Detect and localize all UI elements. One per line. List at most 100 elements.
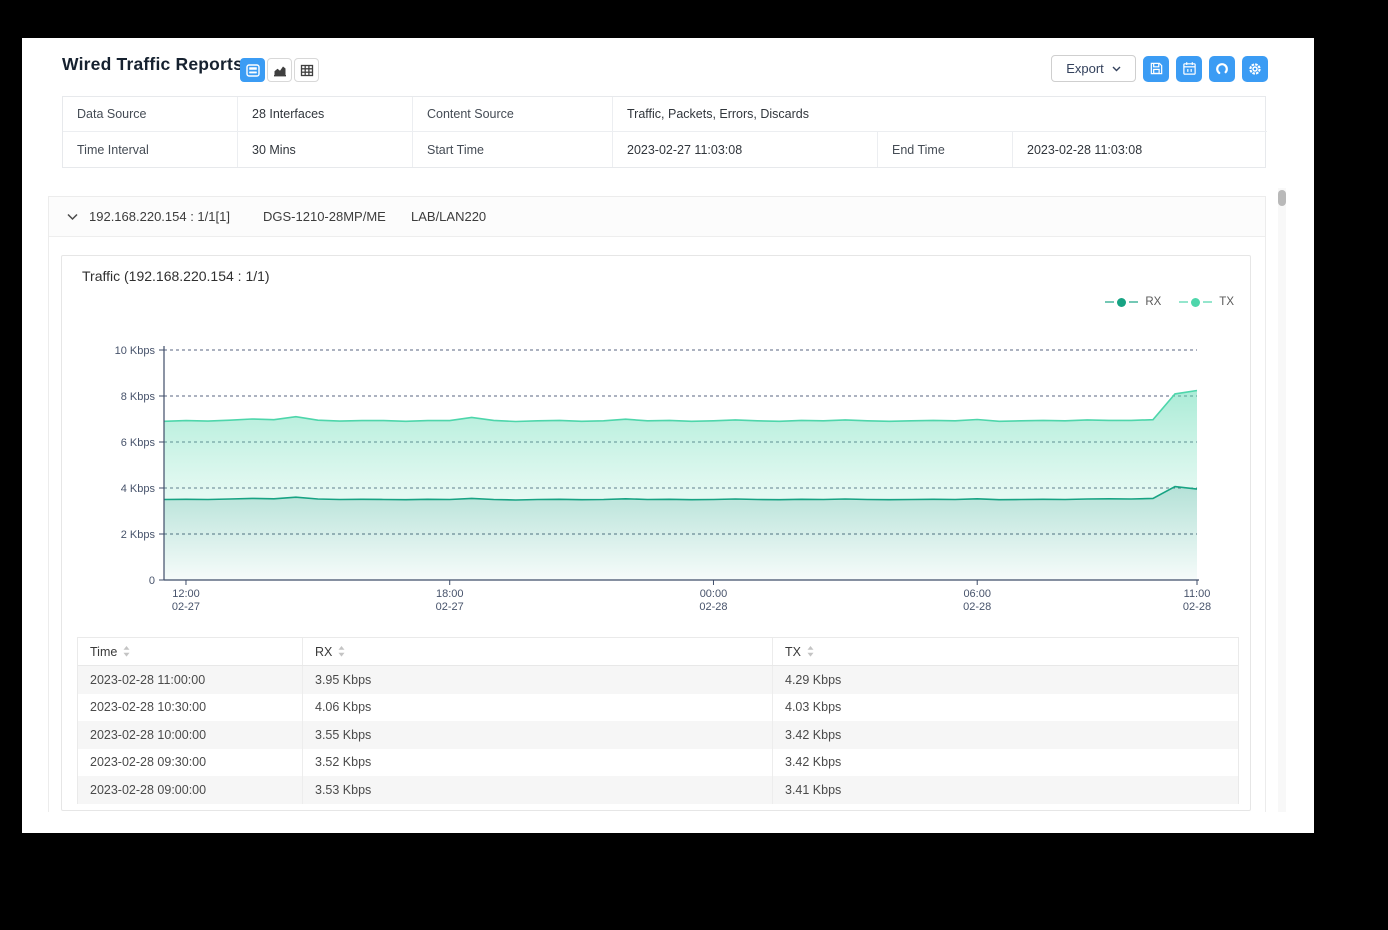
traffic-data-table: Time RX TX 2023-02-28 11:00:00 3.95 Kbps… (77, 637, 1239, 804)
svg-text:02-28: 02-28 (699, 601, 727, 613)
table-cell: 3.41 Kbps (785, 782, 842, 797)
sort-icon[interactable] (807, 646, 814, 657)
svg-text:0: 0 (149, 575, 155, 587)
table-cell: 2023-02-28 10:00:00 (78, 721, 303, 749)
export-button[interactable]: Export (1051, 55, 1136, 82)
table-view-icon (300, 64, 313, 76)
headset-icon (1216, 62, 1228, 75)
tx-line (163, 389, 1198, 423)
summary-label: Data Source (63, 97, 238, 132)
chart-view-icon (273, 66, 286, 76)
table-cell: 3.42 Kbps (785, 755, 842, 770)
legend-dot-rx (1117, 297, 1127, 307)
combined-view-icon (245, 63, 260, 77)
schedule-button[interactable] (1176, 55, 1202, 82)
table-cell: 3.53 Kbps (303, 776, 773, 804)
toolbar-actions: Export (1051, 55, 1268, 82)
table-row: 2023-02-28 11:00:00 3.95 Kbps 4.29 Kbps (78, 666, 1238, 694)
summary-label: Time Interval (63, 132, 238, 167)
svg-text:4 Kbps: 4 Kbps (121, 483, 156, 495)
svg-text:06:00: 06:00 (963, 588, 991, 600)
svg-text:12:00: 12:00 (172, 588, 200, 600)
summary-value: 30 Mins (238, 132, 413, 167)
svg-text:6 Kbps: 6 Kbps (121, 437, 156, 449)
device-model-label: DGS-1210-28MP/ME (263, 209, 386, 224)
legend-item-tx[interactable]: TX (1179, 296, 1234, 308)
save-button[interactable] (1143, 55, 1169, 82)
page-title: Wired Traffic Reports (62, 54, 244, 74)
column-label: RX (315, 644, 333, 659)
svg-text:18:00: 18:00 (436, 588, 464, 600)
legend-line (1179, 301, 1189, 303)
table-cell: 2023-02-28 09:30:00 (78, 748, 303, 776)
save-icon (1150, 62, 1162, 75)
table-row: 2023-02-28 10:30:00 4.06 Kbps 4.03 Kbps (78, 693, 1238, 721)
chart-view-button[interactable] (267, 58, 292, 82)
table-cell: 2023-02-28 11:00:00 (78, 666, 303, 694)
support-button[interactable] (1209, 55, 1235, 82)
chevron-down-icon (1112, 66, 1121, 71)
report-window: Wired Traffic Reports Export Data Source… (22, 38, 1314, 833)
table-view-button[interactable] (294, 58, 319, 82)
legend-item-rx[interactable]: RX (1105, 296, 1161, 308)
legend-line (1203, 301, 1213, 303)
table-cell: 3.55 Kbps (303, 721, 773, 749)
legend-label: RX (1145, 296, 1162, 308)
vertical-scrollbar[interactable] (1278, 188, 1286, 812)
legend-line (1105, 301, 1115, 303)
column-header-tx[interactable]: TX (773, 638, 1238, 665)
table-cell: 3.42 Kbps (785, 727, 842, 742)
table-cell: 3.95 Kbps (303, 666, 773, 694)
column-label: TX (785, 644, 801, 659)
svg-text:02-28: 02-28 (1183, 601, 1211, 613)
sort-icon[interactable] (123, 646, 130, 657)
svg-text:00:00: 00:00 (700, 588, 728, 600)
legend-dot-tx (1191, 297, 1201, 307)
column-header-time[interactable]: Time (78, 638, 303, 665)
y-axis-labels: 0 2 Kbps 4 Kbps 6 Kbps 8 Kbps 10 Kbps (115, 345, 164, 587)
summary-label: End Time (878, 132, 1013, 167)
svg-text:2 Kbps: 2 Kbps (121, 529, 156, 541)
svg-text:02-27: 02-27 (172, 601, 200, 613)
table-row: 2023-02-28 09:00:00 3.53 Kbps 3.41 Kbps (78, 776, 1238, 804)
svg-text:10 Kbps: 10 Kbps (115, 345, 156, 357)
vertical-scrollbar-thumb[interactable] (1278, 190, 1286, 206)
chart-title: Traffic (192.168.220.154 : 1/1) (82, 268, 270, 284)
summary-value: 28 Interfaces (238, 97, 413, 132)
summary-label: Content Source (413, 97, 613, 132)
table-row: 2023-02-28 09:30:00 3.52 Kbps 3.42 Kbps (78, 748, 1238, 776)
legend-label: TX (1219, 296, 1234, 308)
summary-label: Start Time (413, 132, 613, 167)
summary-value: 2023-02-28 11:03:08 (1027, 142, 1143, 157)
settings-button[interactable] (1242, 55, 1268, 82)
legend-line (1129, 301, 1139, 303)
rx-area (164, 486, 1197, 580)
table-body: 2023-02-28 11:00:00 3.95 Kbps 4.29 Kbps 202… (78, 666, 1238, 804)
summary-value: Traffic, Packets, Errors, Discards (613, 97, 1267, 132)
chevron-down-icon (67, 213, 78, 221)
svg-text:11:00: 11:00 (1184, 588, 1211, 600)
svg-text:02-27: 02-27 (436, 601, 464, 613)
table-cell: 2023-02-28 10:30:00 (78, 693, 303, 721)
combined-view-button[interactable] (240, 58, 265, 82)
table-cell: 4.06 Kbps (303, 693, 773, 721)
table-header-row: Time RX TX (78, 638, 1238, 666)
report-scroll-container: 192.168.220.154 : 1/1[1] DGS-1210-28MP/M… (48, 196, 1266, 812)
export-label: Export (1066, 61, 1104, 76)
interface-label: 192.168.220.154 : 1/1[1] (89, 209, 230, 224)
sort-icon[interactable] (338, 646, 345, 657)
chart-legend: RX TX (1105, 296, 1234, 308)
column-label: Time (90, 644, 118, 659)
calendar-icon (1182, 62, 1196, 75)
table-cell: 3.52 Kbps (303, 748, 773, 776)
svg-text:8 Kbps: 8 Kbps (121, 391, 156, 403)
report-summary-table: Data Source 28 Interfaces Content Source… (62, 96, 1267, 168)
interface-section-header[interactable]: 192.168.220.154 : 1/1[1] DGS-1210-28MP/M… (49, 197, 1265, 237)
x-axis-labels: 12:0002-2718:0002-2700:0002-2806:0002-28… (172, 580, 1211, 613)
traffic-card: Traffic (192.168.220.154 : 1/1) RX TX 02… (61, 255, 1251, 811)
column-header-rx[interactable]: RX (303, 638, 773, 665)
svg-text:02-28: 02-28 (963, 601, 991, 613)
table-cell: 4.29 Kbps (785, 672, 842, 687)
table-cell: 4.03 Kbps (785, 700, 842, 715)
traffic-chart: 02 Kbps4 Kbps6 Kbps8 Kbps10 Kbps12:0002-… (115, 345, 1211, 613)
